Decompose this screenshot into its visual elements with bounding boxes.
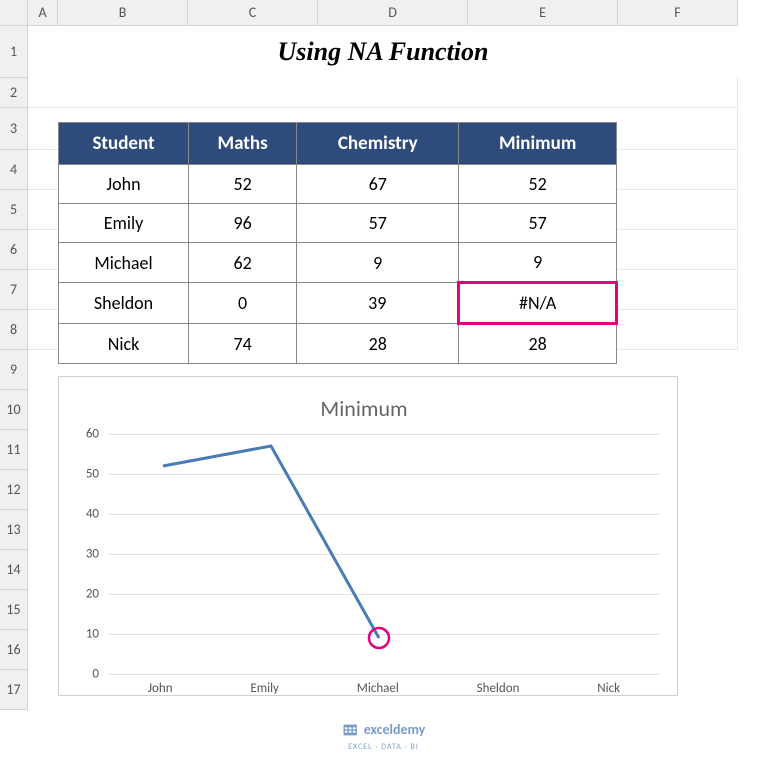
cell-student[interactable]: Sheldon (59, 283, 189, 324)
table-header-row: Student Maths Chemistry Minimum (59, 123, 617, 165)
row-header-15[interactable]: 15 (0, 590, 28, 630)
row-header-14[interactable]: 14 (0, 550, 28, 590)
chart-line (163, 446, 379, 638)
line-chart-svg (109, 434, 649, 674)
table-row: Michael 62 9 9 (59, 243, 617, 283)
table-row: Sheldon 0 39 #N/A (59, 283, 617, 324)
y-tick: 60 (86, 427, 99, 442)
watermark-brand: exceldemy (364, 721, 426, 738)
cell-chemistry[interactable]: 28 (297, 324, 459, 364)
cell-maths[interactable]: 62 (189, 243, 297, 283)
cell-student[interactable]: Emily (59, 204, 189, 243)
col-header-F[interactable]: F (618, 0, 738, 26)
grid-line (109, 674, 659, 675)
cell-minimum[interactable]: 57 (459, 204, 617, 243)
grid-corner[interactable] (0, 0, 28, 26)
col-header-D[interactable]: D (318, 0, 468, 26)
x-label: Emily (250, 681, 279, 696)
col-header-E[interactable]: E (468, 0, 618, 26)
cell-maths[interactable]: 74 (189, 324, 297, 364)
chart-plot: 60 50 40 30 20 10 0 John Emily Michael S… (69, 434, 659, 674)
header-minimum[interactable]: Minimum (459, 123, 617, 165)
x-label: Sheldon (477, 681, 520, 696)
cell-maths[interactable]: 0 (189, 283, 297, 324)
row-header-5[interactable]: 5 (0, 190, 28, 230)
row-header-11[interactable]: 11 (0, 430, 28, 470)
row-header-13[interactable]: 13 (0, 510, 28, 550)
table-row: John 52 67 52 (59, 165, 617, 204)
x-label: John (148, 681, 173, 696)
cell-minimum-highlighted[interactable]: #N/A (459, 283, 617, 324)
header-chemistry[interactable]: Chemistry (297, 123, 459, 165)
y-tick: 20 (86, 587, 99, 602)
y-tick: 50 (86, 467, 99, 482)
header-maths[interactable]: Maths (189, 123, 297, 165)
table-row: Nick 74 28 28 (59, 324, 617, 364)
header-student[interactable]: Student (59, 123, 189, 165)
cell-minimum[interactable]: 52 (459, 165, 617, 204)
cell-student[interactable]: Michael (59, 243, 189, 283)
cell-maths[interactable]: 96 (189, 204, 297, 243)
row-header-6[interactable]: 6 (0, 230, 28, 270)
y-tick: 10 (86, 626, 99, 641)
cell-row2[interactable] (28, 78, 738, 108)
chart-container[interactable]: Minimum 60 50 40 30 20 10 0 John Emily M… (58, 376, 678, 696)
watermark: exceldemy (342, 721, 426, 738)
row-headers-extra: 9 10 11 12 13 14 15 16 17 (0, 350, 28, 710)
chart-title: Minimum (69, 395, 659, 422)
data-table: Student Maths Chemistry Minimum John 52 … (58, 122, 618, 364)
cell-maths[interactable]: 52 (189, 165, 297, 204)
y-tick: 30 (86, 547, 99, 562)
cell-student[interactable]: Nick (59, 324, 189, 364)
cell-minimum[interactable]: 28 (459, 324, 617, 364)
cell-chemistry[interactable]: 39 (297, 283, 459, 324)
row-header-16[interactable]: 16 (0, 630, 28, 670)
cell-chemistry[interactable]: 9 (297, 243, 459, 283)
watermark-tagline: EXCEL · DATA · BI (348, 742, 419, 752)
row-header-3[interactable]: 3 (0, 108, 28, 150)
row-header-7[interactable]: 7 (0, 270, 28, 310)
row-header-1[interactable]: 1 (0, 26, 28, 78)
row-header-17[interactable]: 17 (0, 670, 28, 710)
row-header-12[interactable]: 12 (0, 470, 28, 510)
table-row: Emily 96 57 57 (59, 204, 617, 243)
x-label: Michael (357, 681, 399, 696)
row-header-9[interactable]: 9 (0, 350, 28, 390)
y-axis: 60 50 40 30 20 10 0 (69, 434, 105, 674)
spreadsheet-icon (342, 722, 358, 738)
page-title: Using NA Function (28, 26, 738, 78)
row-header-8[interactable]: 8 (0, 310, 28, 350)
cell-chemistry[interactable]: 57 (297, 204, 459, 243)
cell-chemistry[interactable]: 67 (297, 165, 459, 204)
row-header-2[interactable]: 2 (0, 78, 28, 108)
row-header-10[interactable]: 10 (0, 390, 28, 430)
x-label: Nick (597, 681, 620, 696)
col-header-A[interactable]: A (28, 0, 58, 26)
x-axis: John Emily Michael Sheldon Nick (109, 681, 659, 696)
col-header-C[interactable]: C (188, 0, 318, 26)
y-tick: 40 (86, 506, 99, 521)
cell-student[interactable]: John (59, 165, 189, 204)
row-header-4[interactable]: 4 (0, 150, 28, 190)
col-header-B[interactable]: B (58, 0, 188, 26)
cell-minimum[interactable]: 9 (459, 243, 617, 283)
y-tick: 0 (92, 667, 99, 682)
